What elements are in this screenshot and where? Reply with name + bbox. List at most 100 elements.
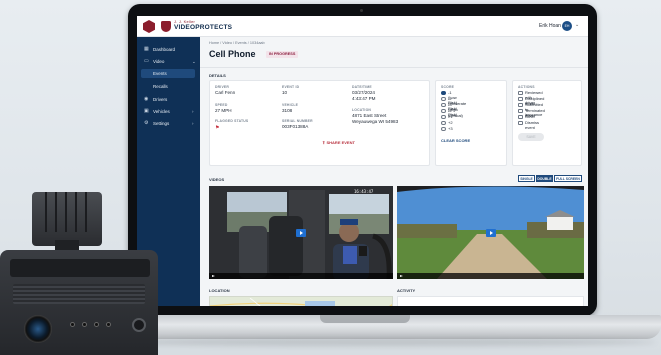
serial-number-label: SERIAL NUMBER [282, 119, 313, 123]
location-line2: Weyauwega WI 54983 [352, 119, 399, 124]
sidebar-item-dashboard[interactable]: ▦ Dashboard [137, 45, 200, 54]
mount-fin [45, 192, 47, 232]
details-card: DRIVER Carl Fenn EVENT ID 10 DATE/TIME 0… [209, 80, 430, 166]
mount-fin [65, 192, 67, 232]
play-icon[interactable] [296, 229, 306, 237]
sidebar-item-label: Drivers [153, 97, 168, 102]
location-section-label: LOCATION [209, 288, 230, 293]
sidebar-item-label: Recalls [153, 84, 168, 89]
sidebar-item-drivers[interactable]: ◉ Drivers [137, 95, 200, 104]
dashcam-grille [13, 284, 145, 304]
share-icon: ⇪ [322, 140, 326, 145]
divider [200, 67, 588, 68]
laptop-lid: J. J. Keller VIDEOPROTECTS Erik Hoan EH … [128, 4, 597, 316]
share-event-label: SHARE EVENT [326, 140, 355, 145]
date-value: 03/27/2024 [352, 90, 375, 95]
dashcam-top-panel [10, 259, 150, 277]
vehicle-label: VEHICLE [282, 103, 299, 107]
checkbox[interactable] [518, 96, 523, 101]
page-title: Cell Phone [209, 49, 256, 59]
details-section-label: DETAILS [209, 73, 226, 78]
led-indicator [82, 322, 87, 327]
activity-section-label: ACTIVITY [397, 288, 416, 293]
sidebar-item-label: Dashboard [153, 47, 176, 52]
chevron-right-icon: › [192, 121, 194, 126]
videos-section-label: VIDEOS [209, 177, 225, 182]
actions-card: ACTIONS Reviewed with driver Disciplined… [512, 80, 582, 166]
video-icon: ▭ [144, 58, 149, 64]
activity-card [397, 296, 584, 306]
score-card: SCORE -1 (Low Risk) -2 (Moderate Risk) -… [435, 80, 507, 166]
sidebar-item-label: Vehicles [153, 109, 170, 114]
clear-score-button[interactable]: CLEAR SCORE [441, 138, 470, 143]
mount-fin [75, 192, 77, 232]
led-indicator [94, 322, 99, 327]
flagged-status-label: FLAGGED STATUS [215, 119, 249, 123]
play-icon[interactable] [212, 274, 215, 277]
sidebar-item-video[interactable]: ▭ Video ⌄ [137, 57, 200, 66]
user-icon: ◉ [144, 96, 149, 102]
location-map[interactable] [209, 296, 393, 306]
breadcrumb[interactable]: Home / Video / Events / 1034aab [209, 41, 265, 45]
road-video-player[interactable] [397, 186, 584, 279]
sidebar-item-events[interactable]: Events [141, 69, 195, 78]
speed-value: 27 MPH [215, 108, 232, 113]
dashcam-button[interactable] [132, 318, 146, 332]
sidebar-item-vehicles[interactable]: ▣ Vehicles › [137, 107, 200, 116]
mount-fin [85, 192, 87, 232]
datetime-label: DATE/TIME [352, 85, 372, 89]
gear-icon: ⚙ [144, 120, 149, 126]
checkbox[interactable] [518, 120, 523, 125]
brand-name: VIDEOPROTECTS [174, 24, 233, 31]
camera-lens-icon [24, 315, 52, 343]
radio[interactable] [441, 108, 446, 113]
video-controls [209, 273, 393, 279]
status-badge: IN PROGRESS [266, 51, 299, 58]
sidebar-item-settings[interactable]: ⚙ Settings › [137, 119, 200, 128]
laptop-shadow [110, 338, 656, 346]
webcam [360, 9, 363, 12]
video-timestamp: 16:43:47 [354, 189, 374, 194]
cabin-video-player[interactable]: 16:43:47 [209, 186, 393, 279]
view-fullscreen-button[interactable]: FULL SCREEN [554, 175, 582, 182]
serial-number-value: 003F01388A [282, 124, 309, 129]
share-event-button[interactable]: ⇪ SHARE EVENT [322, 140, 355, 145]
user-name[interactable]: Erik Hoan [539, 23, 561, 29]
laptop-base [105, 315, 661, 339]
radio[interactable] [441, 120, 446, 125]
main-content: Home / Video / Events / 1034aab Cell Pho… [200, 37, 588, 306]
location-line1: 4871 East Street [352, 113, 387, 118]
sidebar-item-recalls[interactable]: Recalls [141, 82, 195, 91]
radio[interactable] [441, 102, 446, 107]
play-icon[interactable] [400, 274, 403, 277]
grid-icon: ▦ [144, 46, 149, 52]
checkbox[interactable] [518, 90, 523, 95]
badge-logo-icon [161, 21, 171, 32]
score-label: SCORE [441, 85, 455, 89]
chevron-down-icon[interactable]: ⌄ [575, 22, 579, 28]
led-indicator [70, 322, 75, 327]
view-double-button[interactable]: DOUBLE [536, 175, 553, 182]
chevron-down-icon: ⌄ [192, 59, 196, 64]
dashcam-mount [32, 192, 102, 246]
radio[interactable] [441, 96, 446, 101]
driver-value[interactable]: Carl Fenn [215, 90, 235, 95]
view-single-button[interactable]: SINGLE [518, 175, 535, 182]
app-header: J. J. Keller VIDEOPROTECTS Erik Hoan EH … [137, 16, 588, 37]
play-icon[interactable] [486, 229, 496, 237]
flag-icon[interactable]: ⚑ [215, 125, 219, 131]
radio-selected[interactable] [441, 90, 446, 95]
checkbox[interactable] [518, 108, 523, 113]
location-label: LOCATION [352, 108, 372, 112]
video-controls [397, 273, 584, 279]
save-actions-button[interactable]: SAVE [518, 133, 544, 141]
event-id-label: EVENT ID [282, 85, 300, 89]
radio[interactable] [441, 114, 446, 119]
actions-label: ACTIONS [518, 85, 535, 89]
checkbox[interactable] [518, 114, 523, 119]
radio[interactable] [441, 126, 446, 131]
led-indicator [106, 322, 111, 327]
sidebar-item-label: Video [153, 59, 165, 64]
checkbox[interactable] [518, 102, 523, 107]
avatar[interactable]: EH [562, 21, 572, 31]
